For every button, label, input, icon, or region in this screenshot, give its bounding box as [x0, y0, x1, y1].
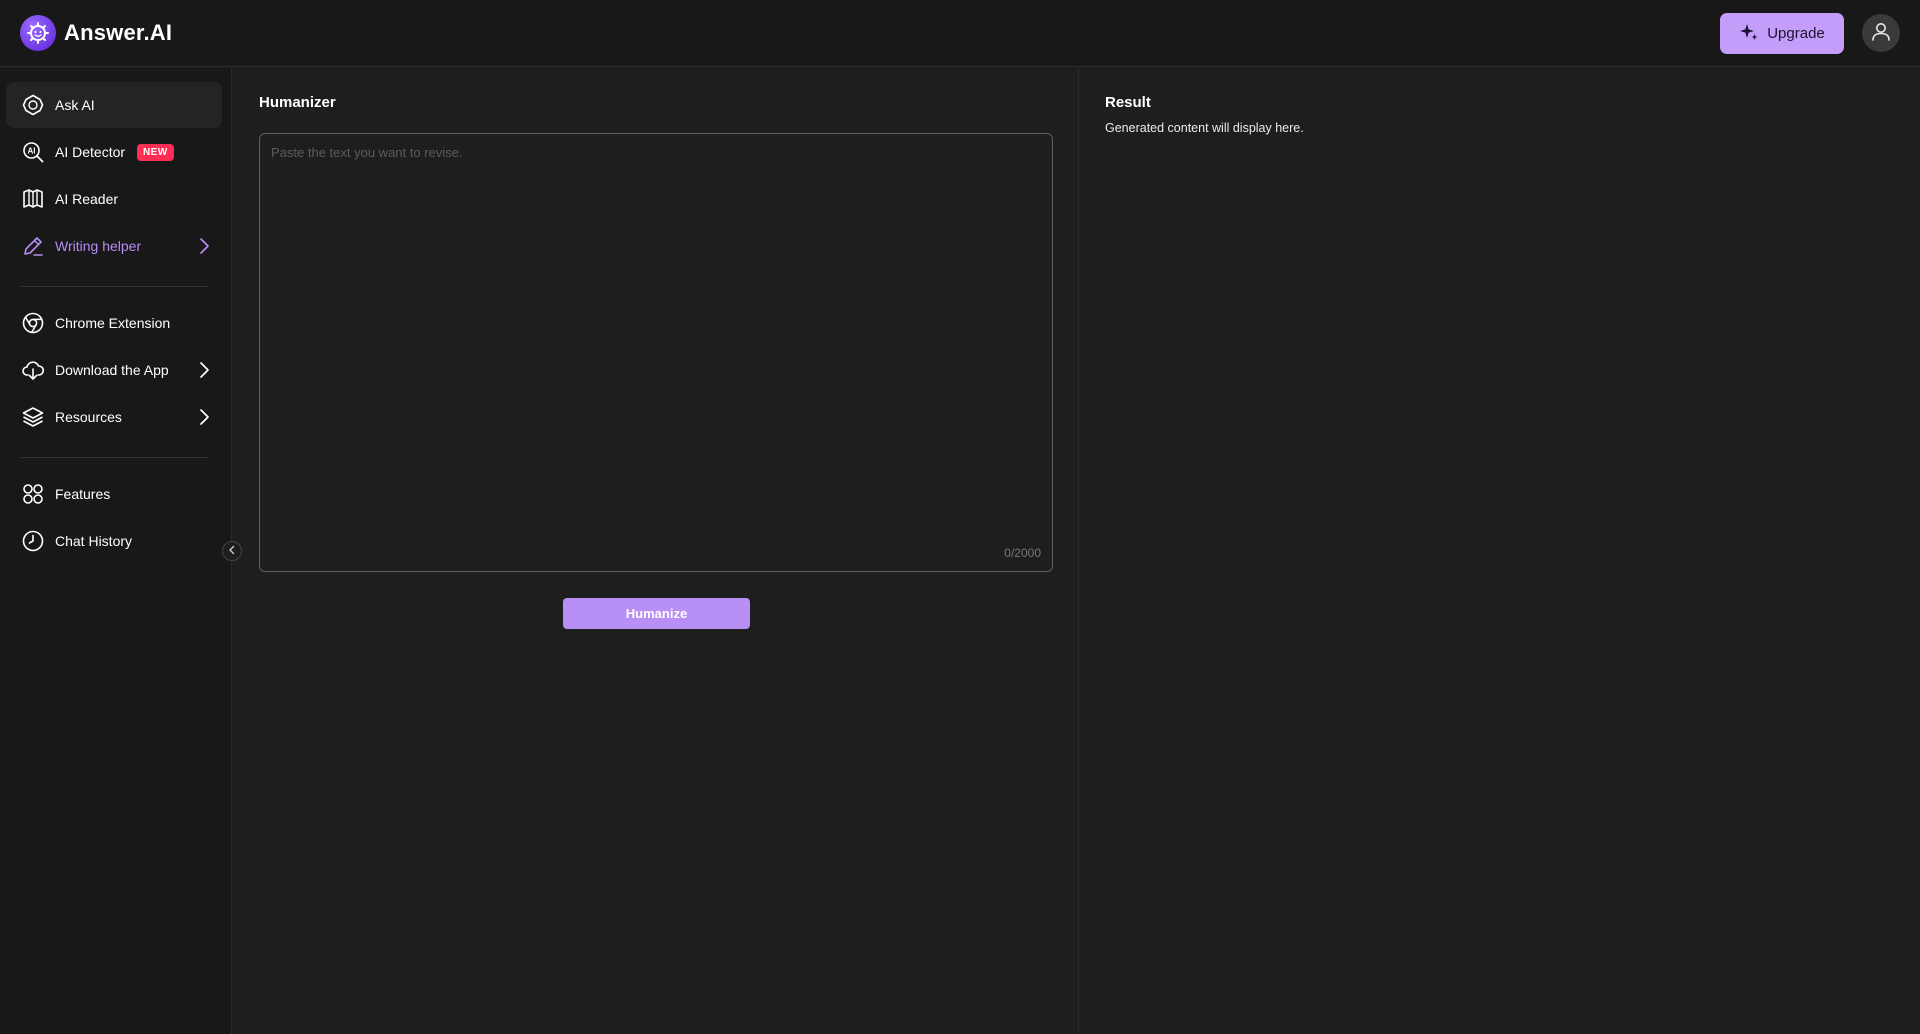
sidebar-item-ask-ai[interactable]: Ask AI — [6, 82, 222, 128]
upgrade-label: Upgrade — [1767, 25, 1825, 42]
cloud-download-icon — [21, 358, 45, 382]
upgrade-button[interactable]: Upgrade — [1720, 13, 1844, 54]
sidebar-divider — [20, 286, 208, 287]
clock-icon — [21, 529, 45, 553]
sidebar-item-label: Download the App — [55, 362, 169, 378]
result-title: Result — [1105, 94, 1151, 111]
sidebar-item-label: AI Detector — [55, 144, 126, 160]
sidebar-item-ai-detector[interactable]: AI AI Detector NEW — [6, 129, 222, 175]
new-badge: NEW — [137, 143, 174, 161]
chevron-right-icon — [196, 361, 212, 382]
answer-ai-logo-icon — [20, 15, 56, 51]
sidebar-item-features[interactable]: Features — [6, 471, 222, 517]
sidebar-item-label: Resources — [55, 409, 122, 425]
sidebar-item-label: Features — [55, 486, 111, 502]
sidebar-item-label: Writing helper — [55, 238, 142, 254]
sidebar-item-label: Chrome Extension — [55, 315, 171, 331]
chrome-icon — [21, 311, 45, 335]
sidebar: Ask AI AI AI Detector NEW AI Reader Writ… — [0, 68, 232, 1034]
sparkle-icon — [1739, 22, 1759, 46]
app-name: Answer.AI — [64, 20, 173, 45]
user-icon — [1870, 20, 1892, 47]
result-placeholder-text: Generated content will display here. — [1105, 121, 1304, 135]
sidebar-item-writing-helper[interactable]: Writing helper — [6, 223, 222, 269]
ask-ai-icon — [21, 93, 45, 117]
book-icon — [21, 187, 45, 211]
sidebar-item-chat-history[interactable]: Chat History — [6, 518, 222, 564]
user-avatar-button[interactable] — [1862, 14, 1900, 52]
sidebar-item-ai-reader[interactable]: AI Reader — [6, 176, 222, 222]
humanizer-panel: Humanizer 0/2000 Humanize — [233, 68, 1079, 1034]
humanizer-textbox: 0/2000 — [259, 133, 1053, 572]
chevron-right-icon — [196, 408, 212, 429]
grid-icon — [21, 482, 45, 506]
chevron-right-icon — [196, 237, 212, 258]
top-bar: Answer.AI Upgrade — [0, 0, 1920, 67]
sidebar-item-resources[interactable]: Resources — [6, 394, 222, 440]
humanize-button[interactable]: Humanize — [563, 598, 750, 629]
logo[interactable]: Answer.AI — [20, 15, 172, 51]
layers-icon — [21, 405, 45, 429]
sidebar-item-label: Ask AI — [55, 97, 95, 113]
sidebar-item-chrome-extension[interactable]: Chrome Extension — [6, 300, 222, 346]
sidebar-divider — [20, 457, 208, 458]
sidebar-item-label: Chat History — [55, 533, 133, 549]
pen-icon — [21, 234, 45, 258]
character-counter: 0/2000 — [1004, 546, 1041, 560]
humanizer-title: Humanizer — [259, 94, 336, 111]
sidebar-item-label: AI Reader — [55, 191, 119, 207]
svg-text:AI: AI — [28, 147, 36, 156]
humanizer-input[interactable] — [260, 134, 1052, 571]
sidebar-item-download-app[interactable]: Download the App — [6, 347, 222, 393]
ai-detector-icon: AI — [21, 140, 45, 164]
